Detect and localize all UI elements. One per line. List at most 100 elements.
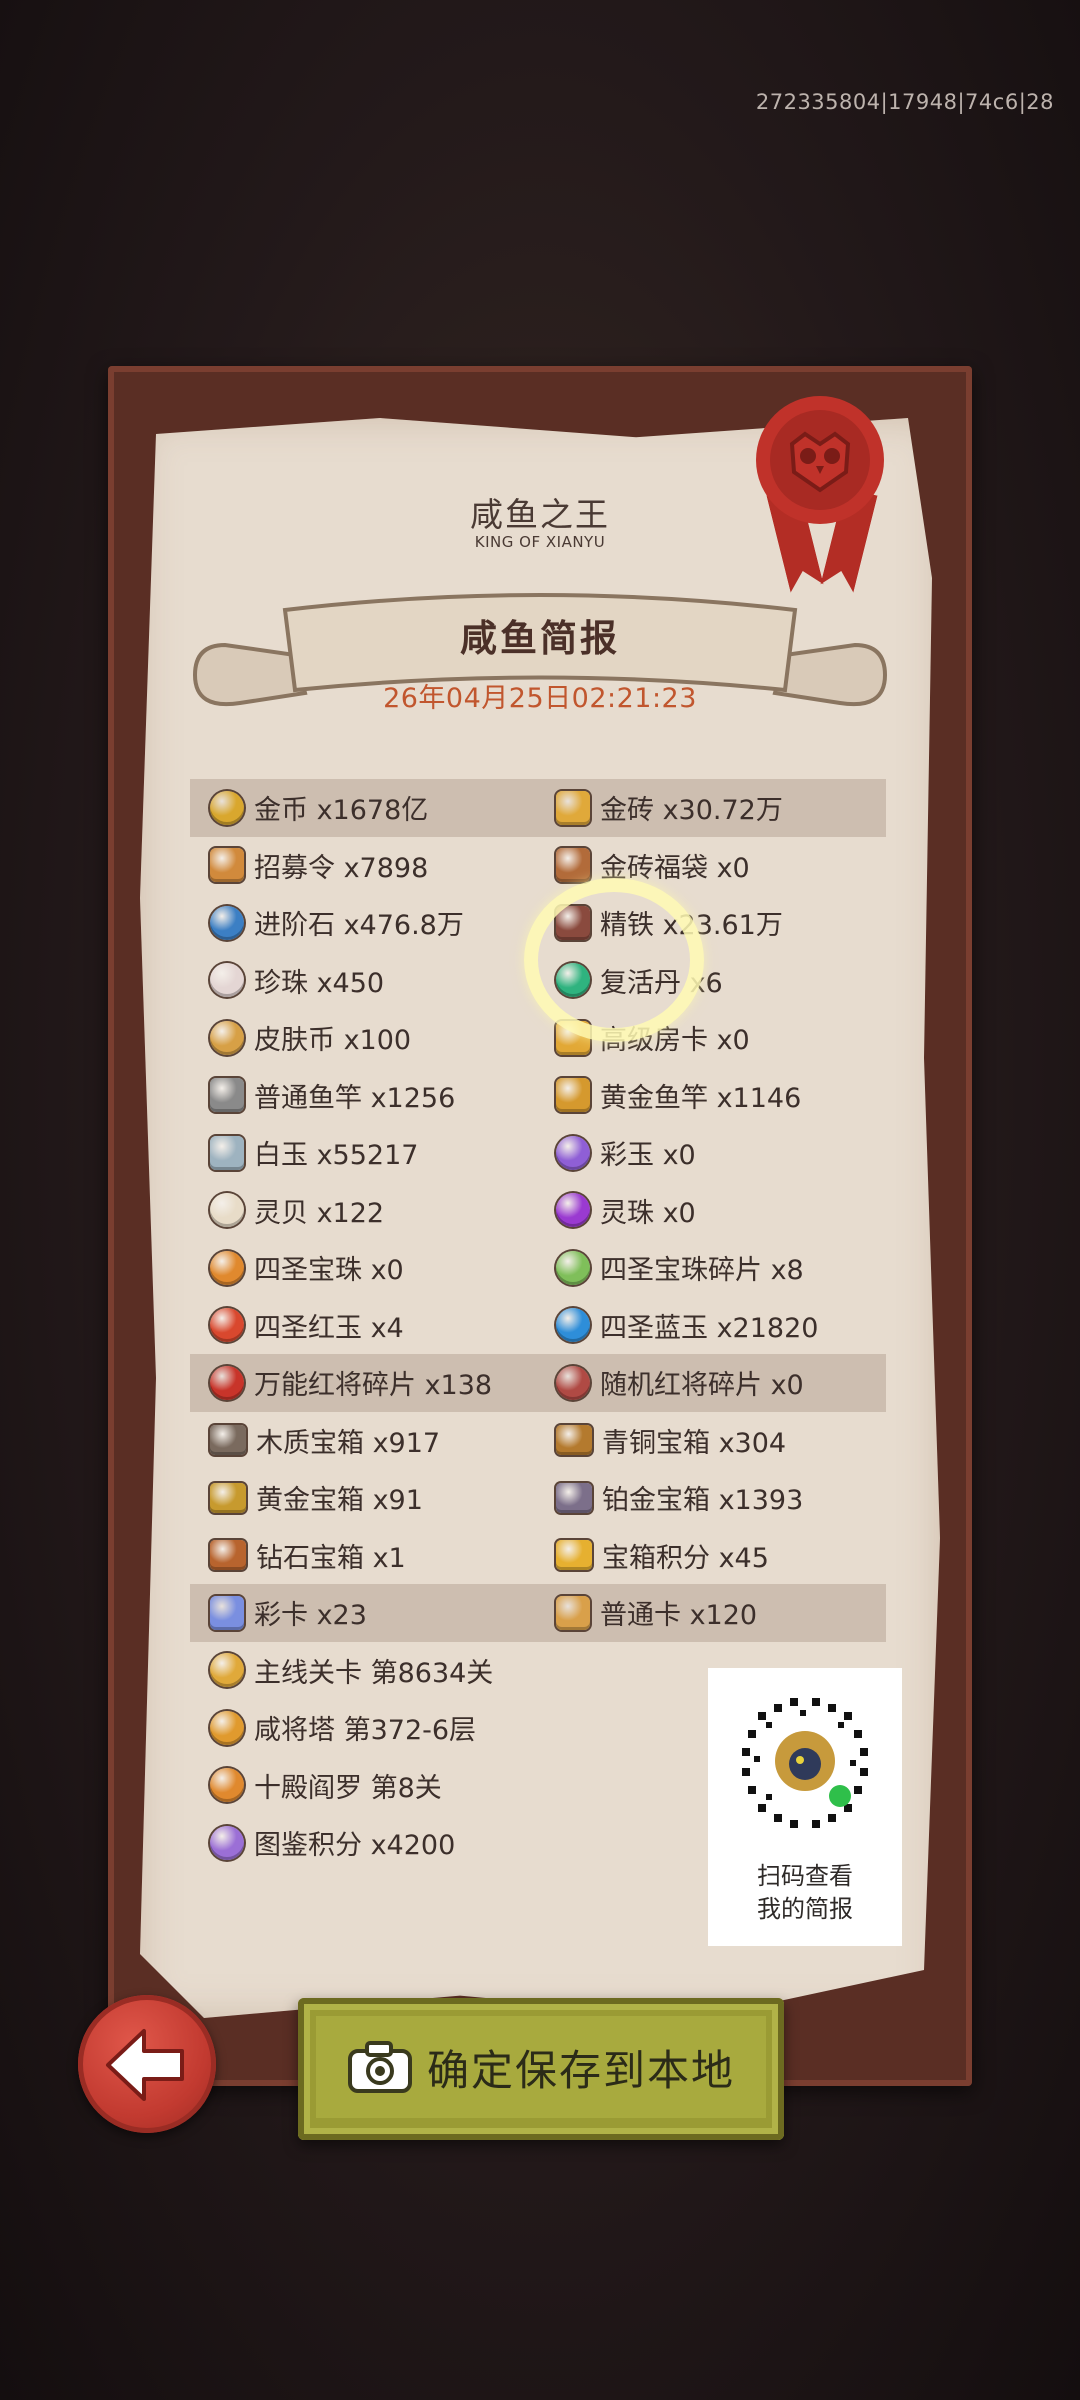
resource-row: 四圣宝珠 x0 四圣宝珠碎片 x8 bbox=[190, 1239, 886, 1297]
resource-label: 灵贝 x122 bbox=[254, 1197, 385, 1229]
resource-item: 钻石宝箱 x1 bbox=[210, 1527, 406, 1585]
diamond-chest-icon bbox=[210, 1540, 246, 1571]
resource-item: 珍珠 x450 bbox=[210, 952, 384, 1010]
qr-code-icon bbox=[731, 1687, 879, 1835]
wooden-chest-icon bbox=[210, 1425, 246, 1456]
camera-icon bbox=[347, 2041, 412, 2093]
main-stage-icon bbox=[210, 1653, 244, 1688]
resource-label: 彩卡 x23 bbox=[254, 1600, 367, 1632]
gold-coin-icon bbox=[210, 790, 244, 825]
resource-item: 灵贝 x122 bbox=[210, 1182, 384, 1240]
resource-label: 灵珠 x0 bbox=[600, 1197, 696, 1229]
resource-item: 普通鱼竿 x1256 bbox=[210, 1067, 455, 1125]
resource-item: 普通卡 x120 bbox=[556, 1584, 757, 1642]
report-date: 26年04月25日02:21:23 bbox=[383, 683, 697, 714]
resource-label: 白玉 x55217 bbox=[254, 1140, 419, 1172]
back-arrow-icon bbox=[106, 2029, 184, 2101]
resource-label: 万能红将碎片 x138 bbox=[254, 1370, 493, 1402]
tap-highlight-circle bbox=[524, 878, 704, 1042]
resource-label: 十殿阎罗 第8关 bbox=[254, 1772, 442, 1804]
resource-item: 万能红将碎片 x138 bbox=[210, 1354, 492, 1412]
resource-row: 白玉 x55217 彩玉 x0 bbox=[190, 1124, 886, 1182]
resource-label: 四圣宝珠碎片 x8 bbox=[600, 1255, 804, 1287]
spirit-shell-icon bbox=[210, 1193, 244, 1228]
qr-caption-line-1: 扫码查看 bbox=[757, 1862, 853, 1890]
fishing-rod-icon bbox=[210, 1078, 244, 1113]
resource-item: 彩玉 x0 bbox=[556, 1124, 696, 1182]
four-saint-red-jade-icon bbox=[210, 1308, 244, 1343]
resource-item: 四圣红玉 x4 bbox=[210, 1297, 404, 1355]
qr-card: 扫码查看 我的简报 bbox=[708, 1668, 902, 1946]
resource-label: 彩玉 x0 bbox=[600, 1140, 696, 1172]
resource-item: 进阶石 x476.8万 bbox=[210, 894, 464, 952]
resource-item: 黄金宝箱 x91 bbox=[210, 1469, 423, 1527]
resource-row: 招募令 x7898 金砖福袋 x0 bbox=[190, 837, 886, 895]
resource-row: 彩卡 x23 普通卡 x120 bbox=[190, 1584, 886, 1642]
resource-label: 进阶石 x476.8万 bbox=[254, 910, 464, 942]
qr-caption-line-2: 我的简报 bbox=[757, 1895, 853, 1923]
resource-item: 青铜宝箱 x304 bbox=[556, 1412, 786, 1470]
resource-label: 木质宝箱 x917 bbox=[256, 1427, 441, 1459]
resource-row: 万能红将碎片 x138 随机红将碎片 x0 bbox=[190, 1354, 886, 1412]
resource-label: 皮肤币 x100 bbox=[254, 1025, 412, 1057]
normal-card-icon bbox=[556, 1595, 590, 1630]
ten-hells-icon bbox=[210, 1768, 244, 1803]
codex-points-icon bbox=[210, 1825, 244, 1860]
resource-row: 四圣红玉 x4 四圣蓝玉 x21820 bbox=[190, 1297, 886, 1355]
resource-item: 四圣宝珠碎片 x8 bbox=[556, 1239, 804, 1297]
random-red-shard-icon bbox=[556, 1365, 590, 1400]
resource-item: 图鉴积分 x4200 bbox=[210, 1814, 455, 1872]
spirit-orb-icon bbox=[556, 1193, 590, 1228]
resource-label: 招募令 x7898 bbox=[254, 852, 429, 884]
resource-item: 宝箱积分 x45 bbox=[556, 1527, 769, 1585]
resource-item: 彩卡 x23 bbox=[210, 1584, 367, 1642]
four-saint-orb-shard-icon bbox=[556, 1250, 590, 1285]
resource-item: 皮肤币 x100 bbox=[210, 1009, 411, 1067]
resource-item: 金币 x1678亿 bbox=[210, 779, 428, 837]
resource-item: 咸将塔 第372-6层 bbox=[210, 1699, 476, 1757]
resource-item: 招募令 x7898 bbox=[210, 837, 428, 895]
resource-label: 钻石宝箱 x1 bbox=[256, 1542, 406, 1574]
resource-label: 主线关卡 第8634关 bbox=[254, 1657, 494, 1689]
session-id-text: 272335804|17948|74c6|28 bbox=[755, 90, 1054, 114]
white-jade-icon bbox=[210, 1135, 244, 1170]
resource-label: 随机红将碎片 x0 bbox=[600, 1370, 804, 1402]
resource-item: 白玉 x55217 bbox=[210, 1124, 418, 1182]
save-button-face: 确定保存到本地 bbox=[316, 2016, 766, 2118]
salted-tower-icon bbox=[210, 1710, 244, 1745]
report-title: 咸鱼简报 bbox=[460, 617, 620, 660]
chest-points-icon bbox=[556, 1540, 592, 1571]
color-jade-icon bbox=[556, 1135, 590, 1170]
save-to-local-button[interactable]: 确定保存到本地 bbox=[298, 1998, 784, 2140]
four-saint-blue-jade-icon bbox=[556, 1308, 590, 1343]
resource-label: 青铜宝箱 x304 bbox=[602, 1427, 787, 1459]
gold-brick-icon bbox=[556, 790, 590, 825]
game-title: 咸鱼之王 bbox=[470, 495, 610, 534]
resource-label: 普通卡 x120 bbox=[600, 1600, 758, 1632]
resource-label: 黄金宝箱 x91 bbox=[256, 1485, 423, 1517]
bronze-chest-icon bbox=[556, 1425, 592, 1456]
resource-row: 皮肤币 x100 高级房卡 x0 bbox=[190, 1009, 886, 1067]
resource-label: 黄金鱼竿 x1146 bbox=[600, 1082, 802, 1114]
resource-row: 黄金宝箱 x91 铂金宝箱 x1393 bbox=[190, 1469, 886, 1527]
golden-fishing-rod-icon bbox=[556, 1078, 590, 1113]
resource-label: 金砖 x30.72万 bbox=[600, 795, 783, 827]
resource-label: 咸将塔 第372-6层 bbox=[254, 1715, 477, 1747]
resource-item: 随机红将碎片 x0 bbox=[556, 1354, 804, 1412]
gold-chest-icon bbox=[210, 1482, 246, 1513]
skin-coin-icon bbox=[210, 1020, 244, 1055]
resource-item: 主线关卡 第8634关 bbox=[210, 1642, 493, 1700]
resource-row: 木质宝箱 x917 青铜宝箱 x304 bbox=[190, 1412, 886, 1470]
recruit-token-icon bbox=[210, 848, 244, 883]
pearl-icon bbox=[210, 963, 244, 998]
resource-item: 十殿阎罗 第8关 bbox=[210, 1757, 442, 1815]
resource-label: 图鉴积分 x4200 bbox=[254, 1830, 456, 1862]
resource-item: 金砖 x30.72万 bbox=[556, 779, 783, 837]
four-saint-orb-icon bbox=[210, 1250, 244, 1285]
back-button[interactable] bbox=[78, 1995, 216, 2133]
resource-label: 四圣红玉 x4 bbox=[254, 1312, 404, 1344]
resource-row: 灵贝 x122 灵珠 x0 bbox=[190, 1182, 886, 1240]
resource-label: 宝箱积分 x45 bbox=[602, 1542, 769, 1574]
resource-label: 珍珠 x450 bbox=[254, 967, 385, 999]
gold-brick-bag-icon bbox=[556, 848, 590, 883]
